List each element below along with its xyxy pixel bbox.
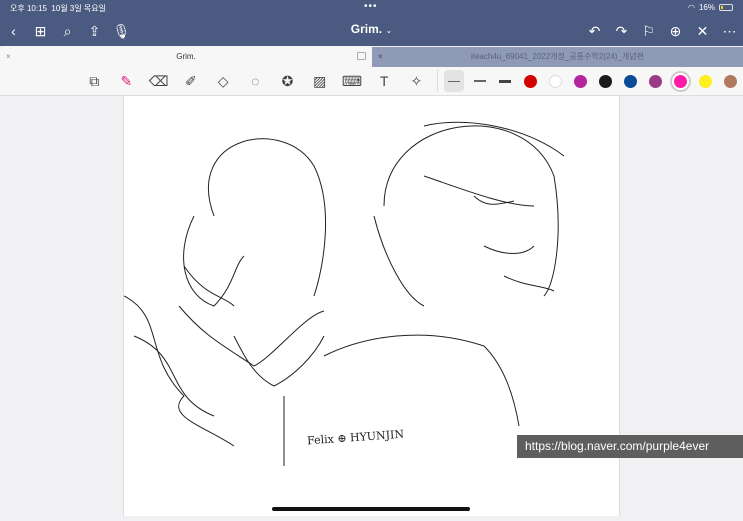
redo-icon[interactable]: ↷ [608,23,635,40]
chevron-down-icon: ⌄ [385,26,393,35]
keyboard-icon[interactable]: ⌨ [336,73,368,90]
bookmark-icon[interactable]: ⚐ [635,23,662,40]
multitask-dots[interactable]: ••• [364,1,378,12]
color-swatch[interactable] [724,74,738,88]
more-icon[interactable]: ⋯ [716,23,743,40]
laser-icon[interactable]: ✧ [400,73,432,90]
color-swatch[interactable] [649,74,663,88]
wifi-icon: ◠ [688,3,695,12]
tab-grim[interactable]: × Grim. [0,46,372,67]
color-swatch[interactable] [524,74,538,88]
tab-iteach[interactable]: × iteach4u_69041_2022개정_공통수학2(24)_개념편 [372,47,743,67]
color-swatch[interactable] [699,74,713,88]
tab-label: iteach4u_69041_2022개정_공통수학2(24)_개념편 [470,52,644,61]
close-tab-icon[interactable]: × [378,47,383,67]
thick-line-option[interactable] [496,70,516,92]
home-indicator[interactable] [272,507,470,511]
image-icon[interactable]: ▨ [304,73,336,90]
status-right: ◠ 16% [688,3,733,12]
color-swatch[interactable] [624,74,638,88]
medium-line-option[interactable] [470,70,490,92]
toolbar-right: ↶ ↷ ⚐ ⊕ ✕ ⋯ [581,20,743,42]
pen-icon[interactable]: ✎ [110,73,142,90]
color-swatch[interactable] [599,74,613,88]
text-icon[interactable]: T [368,73,400,89]
zoom-window-icon[interactable]: ⧉ [78,73,110,90]
add-page-icon[interactable]: ⊕ [662,23,689,40]
elements-icon[interactable]: ✪ [271,73,303,90]
watermark: https://blog.naver.com/purple4ever [517,435,743,458]
color-palette [518,74,743,88]
tab-bar: × Grim. × iteach4u_69041_2022개정_공통수학2(24)_… [0,46,743,67]
eraser-icon[interactable]: ⌫ [143,73,175,90]
tab-label: Grim. [176,52,196,61]
highlighter-icon[interactable]: ✐ [175,73,207,90]
close-icon[interactable]: ✕ [689,23,716,40]
color-swatch[interactable] [674,74,688,88]
status-datetime: 오후 10:15 10월 3일 목요일 [10,3,106,14]
time: 오후 10:15 [10,4,47,13]
lasso-icon[interactable]: ◌ [239,73,271,89]
color-swatch[interactable] [549,74,563,88]
tool-row: ⧉ ✎ ⌫ ✐ ◇ ◌ ✪ ▨ ⌨ T ✧ [0,67,743,96]
shapes-icon[interactable]: ◇ [207,73,239,90]
split-view-icon[interactable] [357,52,366,60]
battery-icon [719,4,733,11]
date: 10월 3일 목요일 [51,4,107,13]
title-text: Grim. [350,22,383,36]
battery-text: 16% [698,3,715,12]
top-bar: 오후 10:15 10월 3일 목요일 ••• ◠ 16% ‹ ⊞ ⌕ ⇪ 🎙︎ Grim… [0,0,743,46]
color-swatch[interactable] [574,74,588,88]
undo-icon[interactable]: ↶ [581,23,608,40]
thin-line-option[interactable] [444,70,464,92]
close-tab-icon[interactable]: × [6,46,11,67]
